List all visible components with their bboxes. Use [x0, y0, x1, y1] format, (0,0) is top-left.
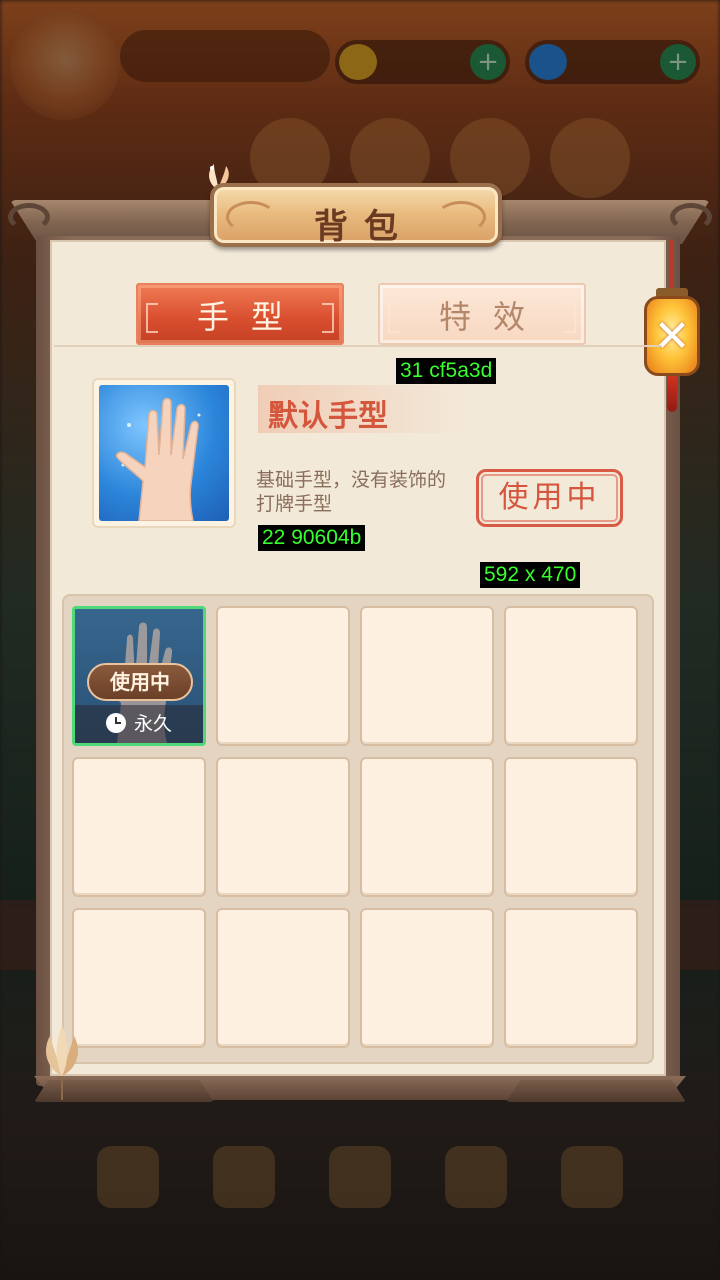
debug-label: 31 cf5a3d	[396, 358, 497, 384]
inventory-slot-empty[interactable]	[216, 908, 350, 1048]
panel-foot-right	[506, 1080, 686, 1102]
lantern-tassel	[667, 376, 677, 412]
dialog-title-plaque: 背包	[210, 183, 502, 247]
in-use-button[interactable]: 使用中	[476, 469, 623, 527]
lantern-cord	[670, 240, 673, 292]
inventory-slot-empty[interactable]	[504, 757, 638, 897]
inventory-slot-empty[interactable]	[504, 908, 638, 1048]
inventory-slot-empty[interactable]	[504, 606, 638, 746]
debug-label: 22 90604b	[258, 525, 366, 551]
roof-curl-right	[670, 203, 712, 231]
duration-label: 永久	[133, 713, 172, 735]
item-name: 默认手型	[268, 399, 388, 434]
inventory-grid: 使用中 永久	[72, 606, 644, 1048]
inventory-slot-empty[interactable]	[216, 606, 350, 746]
duration-bar: 永久	[75, 705, 203, 743]
in-use-badge: 使用中	[87, 663, 193, 701]
item-preview	[92, 378, 236, 528]
debug-label: 592 x 470	[480, 562, 581, 588]
lotus-icon	[46, 1026, 78, 1100]
tab-effects[interactable]: 特效	[378, 283, 586, 345]
inventory-slot-equipped[interactable]: 使用中 永久	[72, 606, 206, 746]
inventory-slot-empty[interactable]	[72, 908, 206, 1048]
tab-hand-type[interactable]: 手型	[136, 283, 344, 345]
hand-icon	[115, 397, 201, 521]
inventory-slot-empty[interactable]	[216, 757, 350, 897]
inventory-slot-empty[interactable]	[360, 908, 494, 1048]
inventory-slot-empty[interactable]	[360, 757, 494, 897]
item-description: 基础手型，没有装饰的打牌手型	[256, 469, 447, 515]
dialog-title: 背包	[314, 207, 414, 247]
hand-preview-image	[99, 385, 229, 521]
clock-icon	[105, 713, 126, 733]
roof-curl-left	[8, 203, 50, 231]
inventory-slot-empty[interactable]	[360, 606, 494, 746]
inventory-slot-empty[interactable]	[72, 757, 206, 897]
